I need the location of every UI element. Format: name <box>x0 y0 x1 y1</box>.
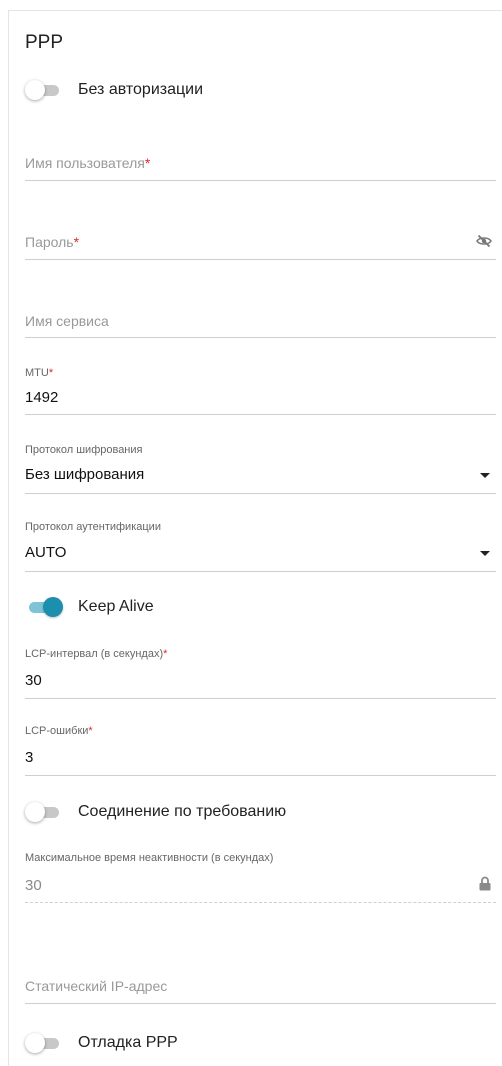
lcp-interval-underline <box>25 698 496 699</box>
auth-protocol-value: AUTO <box>25 544 67 561</box>
toggle-knob <box>43 597 63 617</box>
max-idle-underline <box>25 902 496 903</box>
lcp-failures-underline <box>25 775 496 776</box>
chevron-down-icon <box>480 551 490 556</box>
lcp-interval-label: LCP-интервал (в секундах)* <box>25 648 168 660</box>
static-ip-placeholder: Статический IP-адрес <box>25 978 168 994</box>
lcp-failures-input[interactable] <box>25 743 496 776</box>
service-name-placeholder: Имя сервиса <box>25 313 109 329</box>
dial-on-demand-label: Соединение по требованию <box>78 803 287 820</box>
keep-alive-label: Keep Alive <box>78 598 154 615</box>
mtu-input[interactable] <box>25 385 496 415</box>
username-placeholder: Имя пользователя* <box>25 155 151 171</box>
no-auth-toggle[interactable] <box>25 80 63 100</box>
static-ip-underline <box>25 1003 496 1004</box>
lcp-failures-label: LCP-ошибки* <box>25 725 93 737</box>
eye-off-icon[interactable] <box>476 234 492 248</box>
password-placeholder: Пароль* <box>25 234 80 250</box>
mtu-underline <box>25 414 496 415</box>
lcp-interval-input[interactable] <box>25 666 496 698</box>
encryption-value: Без шифрования <box>25 466 145 483</box>
no-auth-label: Без авторизации <box>78 81 204 98</box>
auth-protocol-underline <box>25 571 496 572</box>
toggle-knob <box>25 802 45 822</box>
toggle-knob <box>25 80 45 100</box>
password-field[interactable] <box>25 225 496 260</box>
auth-protocol-label: Протокол аутентификации <box>25 521 161 533</box>
encryption-label: Протокол шифрования <box>25 444 143 456</box>
encryption-underline <box>25 493 496 494</box>
lcp-failures-value: 3 <box>25 749 34 766</box>
max-idle-label: Максимальное время неактивности (в секун… <box>25 852 274 864</box>
keep-alive-toggle[interactable] <box>25 597 63 617</box>
section-title: PPP <box>25 32 64 53</box>
lock-icon <box>479 876 491 891</box>
toggle-knob <box>25 1033 45 1053</box>
max-idle-value: 30 <box>25 877 42 894</box>
chevron-down-icon <box>480 473 490 478</box>
service-name-underline <box>25 337 496 338</box>
ppp-debug-toggle[interactable] <box>25 1033 63 1053</box>
auth-protocol-select[interactable] <box>25 538 496 571</box>
mtu-value: 1492 <box>25 389 59 406</box>
lcp-interval-value: 30 <box>25 672 42 689</box>
dial-on-demand-toggle[interactable] <box>25 802 63 822</box>
mtu-label: MTU* <box>25 367 54 379</box>
ppp-debug-label: Отладка PPP <box>78 1034 178 1051</box>
password-underline <box>25 259 496 260</box>
username-underline <box>25 180 496 181</box>
